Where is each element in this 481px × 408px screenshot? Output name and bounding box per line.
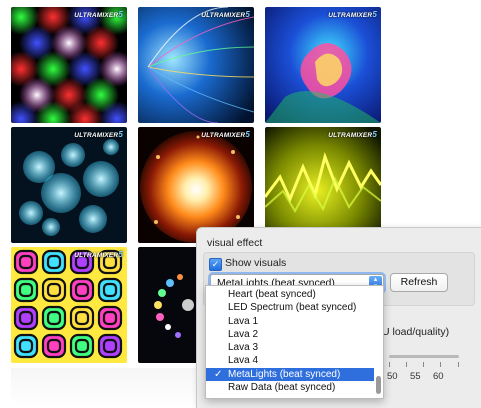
- show-visuals-checkbox[interactable]: ✓: [209, 258, 222, 271]
- menu-item-lava-2[interactable]: Lava 2: [206, 328, 374, 341]
- panel-title: visual effect: [207, 237, 263, 249]
- dropdown-scrollbar[interactable]: [376, 288, 382, 396]
- ultramixer-logo: ULTRAMIXER5: [328, 10, 377, 19]
- ring-tiles-image: [11, 247, 127, 363]
- quality-slider[interactable]: [389, 355, 459, 358]
- thumb-ring-tiles[interactable]: ULTRAMIXER5: [11, 247, 127, 363]
- menu-item-heart[interactable]: Heart (beat synced): [206, 288, 374, 301]
- show-visuals-label: Show visuals: [225, 257, 287, 269]
- blue-rays-image: [138, 7, 254, 123]
- rgb-grid-image: [11, 7, 127, 123]
- scrollbar-thumb[interactable]: [376, 376, 381, 394]
- menu-item-lava-3[interactable]: Lava 3: [206, 341, 374, 354]
- checkmark-icon: ✓: [214, 369, 223, 380]
- scale-label: 50: [387, 371, 398, 382]
- effect-dropdown-menu: Heart (beat synced) LED Spectrum (beat s…: [205, 285, 384, 399]
- slider-ticks: [389, 362, 459, 368]
- ultramixer-logo: ULTRAMIXER5: [328, 130, 377, 139]
- ultramixer-logo: ULTRAMIXER5: [74, 10, 123, 19]
- yellow-waves-image: [265, 127, 381, 243]
- scale-label: 60: [433, 371, 444, 382]
- thumb-yellow-waves[interactable]: ULTRAMIXER5: [265, 127, 381, 243]
- cpu-load-quality-label: PU load/quality): [375, 326, 450, 338]
- thumb-cyan-bubbles[interactable]: ULTRAMIXER5: [11, 127, 127, 243]
- thumb-color-cube[interactable]: ULTRAMIXER5: [265, 7, 381, 123]
- thumb-blue-rays[interactable]: ULTRAMIXER5: [138, 7, 254, 123]
- menu-item-lava-1[interactable]: Lava 1: [206, 315, 374, 328]
- menu-item-raw-data[interactable]: Raw Data (beat synced): [206, 381, 374, 394]
- thumb-fire-burst[interactable]: ULTRAMIXER5: [138, 127, 254, 243]
- menu-item-led-spectrum[interactable]: LED Spectrum (beat synced): [206, 301, 374, 314]
- menu-item-lava-4[interactable]: Lava 4: [206, 354, 374, 367]
- ultramixer-logo: ULTRAMIXER5: [74, 250, 123, 259]
- menu-item-metalights[interactable]: ✓ MetaLights (beat synced): [206, 368, 374, 381]
- ultramixer-logo: ULTRAMIXER5: [201, 10, 250, 19]
- fire-burst-image: [138, 127, 254, 243]
- ultramixer-logo: ULTRAMIXER5: [201, 130, 250, 139]
- scale-label: 55: [410, 371, 421, 382]
- ultramixer-logo: ULTRAMIXER5: [74, 130, 123, 139]
- refresh-button[interactable]: Refresh: [390, 273, 448, 292]
- cyan-bubbles-image: [11, 127, 127, 243]
- color-cube-image: [265, 7, 381, 123]
- thumb-rgb-grid[interactable]: ULTRAMIXER5: [11, 7, 127, 123]
